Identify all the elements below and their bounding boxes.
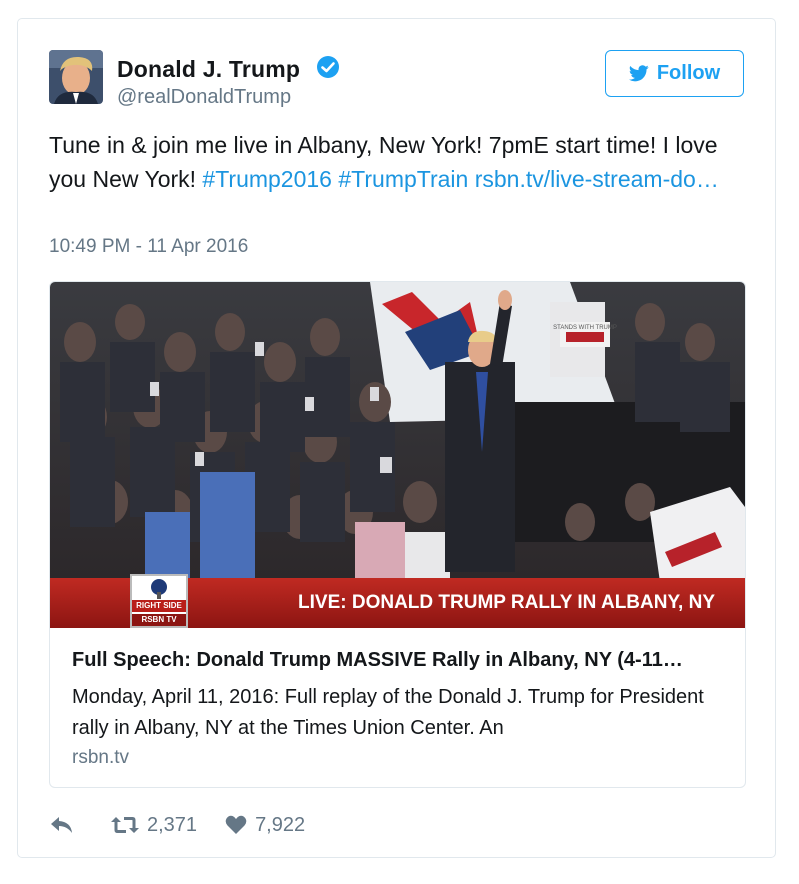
hashtag-link[interactable]: #TrumpTrain bbox=[338, 166, 468, 192]
reply-icon bbox=[51, 817, 72, 833]
crowd-sign-text: STANDS WITH TRUMP bbox=[553, 325, 617, 331]
heart-icon bbox=[225, 815, 247, 834]
live-banner-text: LIVE: DONALD TRUMP RALLY IN ALBANY, NY bbox=[298, 592, 715, 613]
retweet-icon bbox=[111, 817, 139, 833]
follow-button[interactable]: Follow bbox=[605, 50, 744, 97]
verified-badge-icon bbox=[317, 56, 339, 78]
tweet-text: Tune in & join me live in Albany, New Yo… bbox=[49, 128, 729, 196]
card-thumbnail[interactable]: STANDS WITH TRUMP LIVE: DONALD TRUMP RAL… bbox=[50, 282, 745, 628]
link-preview-card[interactable]: STANDS WITH TRUMP LIVE: DONALD TRUMP RAL… bbox=[49, 281, 746, 788]
display-name[interactable]: Donald J. Trump bbox=[117, 56, 300, 83]
card-description: Monday, April 11, 2016: Full replay of t… bbox=[72, 686, 704, 739]
tweet-actions: 2,371 7,922 bbox=[49, 812, 305, 838]
hashtag-link[interactable]: #Trump2016 bbox=[202, 166, 332, 192]
user-handle[interactable]: @realDonaldTrump bbox=[117, 86, 291, 109]
retweet-count: 2,371 bbox=[147, 813, 198, 836]
retweet-button[interactable]: 2,371 bbox=[111, 814, 197, 837]
follow-label: Follow bbox=[656, 62, 721, 84]
timestamp[interactable]: 10:49 PM - 11 Apr 2016 bbox=[49, 236, 248, 258]
tweet-card: Donald J. Trump @realDonaldTrump Follow … bbox=[17, 18, 776, 858]
microphone-icon bbox=[151, 579, 167, 599]
rsbn-logo-label: RIGHT SIDE bbox=[132, 600, 186, 612]
rsbn-logo-subtext: RSBN TV bbox=[132, 614, 186, 626]
card-title[interactable]: Full Speech: Donald Trump MASSIVE Rally … bbox=[72, 649, 683, 672]
like-button[interactable]: 7,922 bbox=[225, 814, 305, 837]
reply-button[interactable] bbox=[49, 815, 75, 835]
twitter-bird-icon bbox=[628, 65, 649, 82]
url-link[interactable]: rsbn.tv/live-stream-do… bbox=[475, 166, 719, 192]
card-domain: rsbn.tv bbox=[72, 747, 130, 768]
like-count: 7,922 bbox=[255, 813, 306, 836]
avatar[interactable] bbox=[49, 50, 103, 104]
